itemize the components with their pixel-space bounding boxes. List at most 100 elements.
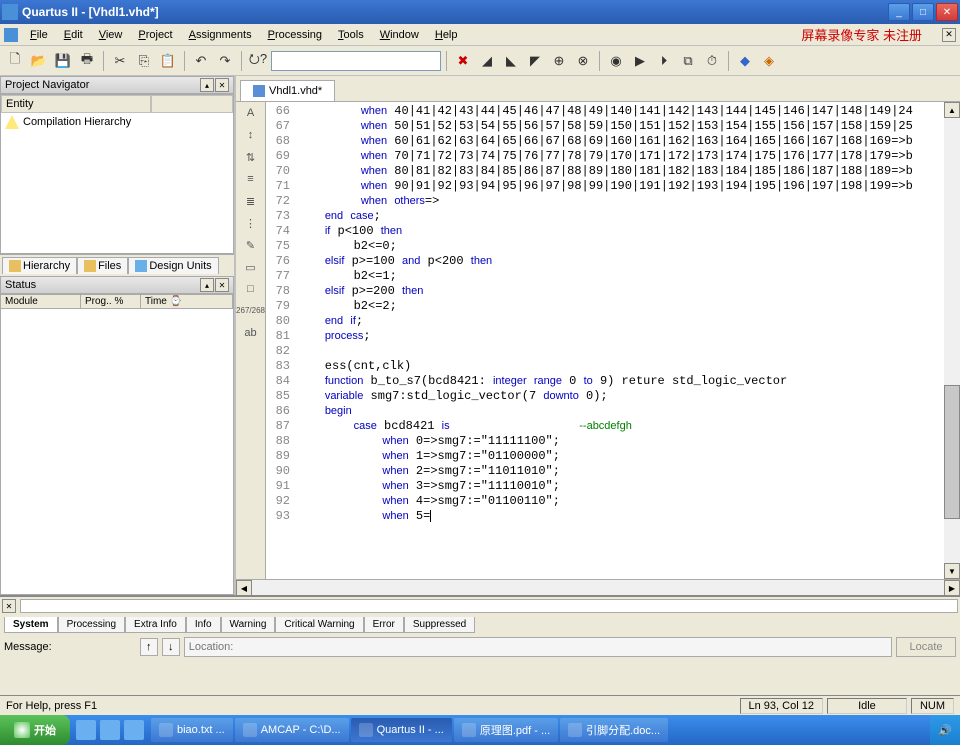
vtool-7[interactable]: ▭: [240, 258, 262, 276]
taskbar-item-4[interactable]: 引脚分配.doc...: [560, 718, 668, 742]
project-nav-header: Project Navigator ▴ ✕: [0, 76, 234, 94]
tab-design-units[interactable]: Design Units: [128, 257, 218, 274]
timing-button[interactable]: ⏱: [701, 50, 723, 72]
sim-button[interactable]: ⧉: [677, 50, 699, 72]
msgtab-error[interactable]: Error: [364, 617, 404, 633]
status-col-time[interactable]: Time ⌚: [141, 295, 233, 308]
new-button[interactable]: 🗋: [4, 50, 26, 72]
messages-list[interactable]: [20, 599, 958, 613]
status-close-button[interactable]: ✕: [215, 278, 229, 292]
tool-b1[interactable]: ◢: [476, 50, 498, 72]
compile-stop-button[interactable]: ✖: [452, 50, 474, 72]
code-editor[interactable]: 66 67 68 69 70 71 72 73 74 75 76 77 78 7…: [266, 102, 960, 579]
hierarchy-row[interactable]: Compilation Hierarchy: [1, 113, 233, 131]
tool-b2[interactable]: ◣: [500, 50, 522, 72]
taskbar-item-1[interactable]: AMCAP - C:\D...: [235, 718, 349, 742]
vtool-6[interactable]: ✎: [240, 236, 262, 254]
maximize-button[interactable]: □: [912, 3, 934, 21]
msgtab-system[interactable]: System: [4, 617, 58, 633]
close-button[interactable]: ✕: [936, 3, 958, 21]
play-button[interactable]: ▶: [629, 50, 651, 72]
vtool-4[interactable]: ≣: [240, 192, 262, 210]
status-col-prog[interactable]: Prog.. %: [81, 295, 141, 308]
tool-b3[interactable]: ◤: [524, 50, 546, 72]
message-prev-button[interactable]: ↑: [140, 638, 158, 656]
vertical-scrollbar[interactable]: ▲ ▼: [944, 102, 960, 579]
undo-button[interactable]: ↶: [190, 50, 212, 72]
print-button[interactable]: 🖶: [76, 50, 98, 72]
scroll-thumb[interactable]: [944, 385, 960, 519]
menu-assignments[interactable]: Assignments: [181, 27, 260, 43]
vtool-5[interactable]: ⋮: [240, 214, 262, 232]
scroll-left-button[interactable]: ◀: [236, 580, 252, 596]
panel-close-button[interactable]: ✕: [215, 78, 229, 92]
code-content[interactable]: when 40|41|42|43|44|45|46|47|48|49|140|1…: [296, 102, 944, 579]
msgtab-critical-warning[interactable]: Critical Warning: [275, 617, 363, 633]
redo-button[interactable]: ↷: [214, 50, 236, 72]
paste-button[interactable]: 📋: [157, 50, 179, 72]
vtool-10[interactable]: ab: [240, 324, 262, 342]
entity-col2: [151, 95, 233, 113]
mdi-close-button[interactable]: ✕: [942, 28, 956, 42]
vtool-0[interactable]: A: [240, 104, 262, 122]
prog-button[interactable]: ◈: [758, 50, 780, 72]
menu-help[interactable]: Help: [427, 27, 466, 43]
save-button[interactable]: 💾: [52, 50, 74, 72]
hierarchy-tree[interactable]: Entity Compilation Hierarchy: [0, 94, 234, 254]
menu-edit[interactable]: Edit: [56, 27, 91, 43]
status-help-text: For Help, press F1: [6, 700, 97, 712]
menu-processing[interactable]: Processing: [260, 27, 330, 43]
quick-launch-ie-icon[interactable]: [76, 720, 96, 740]
msgtab-suppressed[interactable]: Suppressed: [404, 617, 475, 633]
vtool-1[interactable]: ↕: [240, 126, 262, 144]
menu-view[interactable]: View: [91, 27, 131, 43]
windows-logo-icon: [14, 722, 30, 738]
msgtab-warning[interactable]: Warning: [221, 617, 276, 633]
taskbar-item-2[interactable]: Quartus II - ...: [351, 718, 452, 742]
editor-tab-vhdl1[interactable]: Vhdl1.vhd*: [240, 80, 335, 101]
scroll-down-button[interactable]: ▼: [944, 563, 960, 579]
chip-button[interactable]: ◆: [734, 50, 756, 72]
vtool-8[interactable]: □: [240, 280, 262, 298]
taskbar-item-3[interactable]: 原理图.pdf - ...: [454, 718, 558, 742]
messages-close-button[interactable]: ✕: [2, 599, 16, 613]
copy-button[interactable]: ⎘: [133, 50, 155, 72]
locate-button[interactable]: Locate: [896, 637, 956, 657]
help-cursor-button[interactable]: ⭮?: [247, 50, 269, 72]
vtool-2[interactable]: ⇅: [240, 148, 262, 166]
main-toolbar: 🗋 📂 💾 🖶 ✂ ⎘ 📋 ↶ ↷ ⭮? ✖ ◢ ◣ ◤ ⊕ ⊗ ◉ ▶ ⏵ ⧉…: [0, 46, 960, 76]
scroll-right-button[interactable]: ▶: [944, 580, 960, 596]
location-input[interactable]: [184, 637, 892, 657]
open-button[interactable]: 📂: [28, 50, 50, 72]
quick-launch-2-icon[interactable]: [100, 720, 120, 740]
menu-tools[interactable]: Tools: [330, 27, 372, 43]
tab-hierarchy[interactable]: Hierarchy: [2, 257, 77, 274]
status-col-module[interactable]: Module: [1, 295, 81, 308]
minimize-button[interactable]: _: [888, 3, 910, 21]
status-mode: Idle: [827, 698, 907, 714]
tool-b5[interactable]: ⊗: [572, 50, 594, 72]
cut-button[interactable]: ✂: [109, 50, 131, 72]
tool-b4[interactable]: ⊕: [548, 50, 570, 72]
watermark-text: 屏幕录像专家 未注册: [801, 25, 942, 44]
msgtab-info[interactable]: Info: [186, 617, 221, 633]
msgtab-processing[interactable]: Processing: [58, 617, 125, 633]
status-pin-button[interactable]: ▴: [200, 278, 214, 292]
msgtab-extra-info[interactable]: Extra Info: [125, 617, 186, 633]
tray-icon-1[interactable]: 🔊: [938, 724, 952, 737]
horizontal-scrollbar[interactable]: ◀ ▶: [236, 579, 960, 595]
message-next-button[interactable]: ↓: [162, 638, 180, 656]
tab-files[interactable]: Files: [77, 257, 128, 274]
quick-launch-3-icon[interactable]: [124, 720, 144, 740]
menu-file[interactable]: File: [22, 27, 56, 43]
scroll-up-button[interactable]: ▲: [944, 102, 960, 118]
menu-window[interactable]: Window: [372, 27, 427, 43]
panel-pin-button[interactable]: ▴: [200, 78, 214, 92]
project-combo[interactable]: [271, 51, 441, 71]
vtool-3[interactable]: ≡: [240, 170, 262, 188]
stop-button[interactable]: ◉: [605, 50, 627, 72]
play2-button[interactable]: ⏵: [653, 50, 675, 72]
menu-project[interactable]: Project: [130, 27, 180, 43]
taskbar-item-0[interactable]: biao.txt ...: [151, 718, 233, 742]
vtool-9[interactable]: 267/268: [240, 302, 262, 320]
